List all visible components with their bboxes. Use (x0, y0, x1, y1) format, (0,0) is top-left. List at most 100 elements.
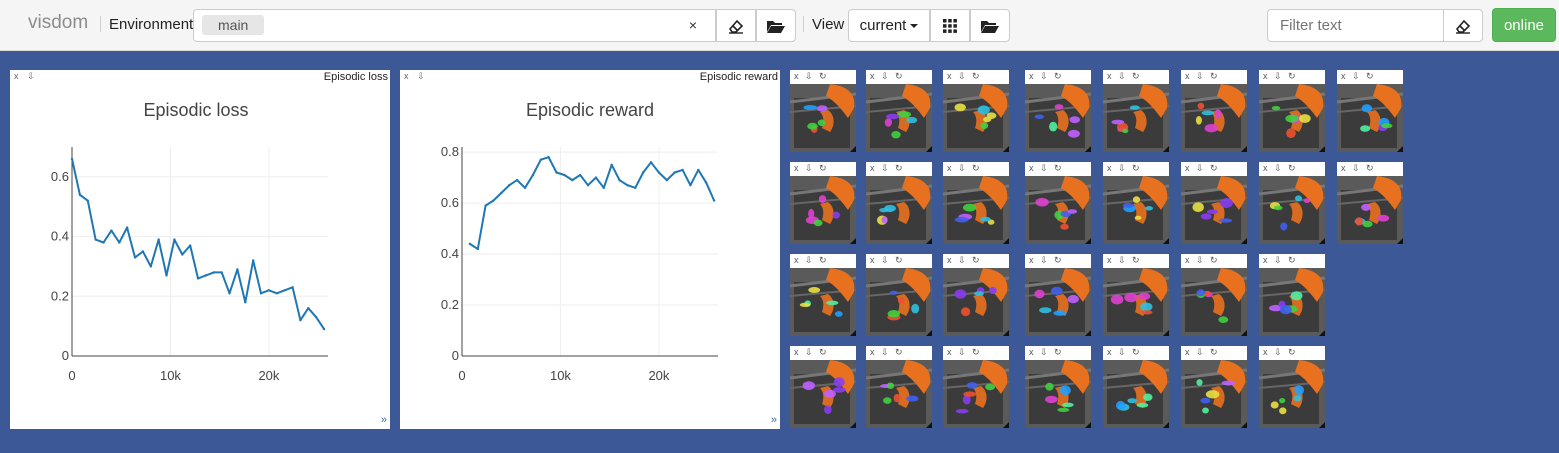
data-point[interactable] (259, 292, 263, 295)
image-pane-controls[interactable]: x ⇩ ↻ (870, 163, 905, 174)
view-select[interactable]: current (848, 9, 930, 42)
data-point[interactable] (157, 238, 160, 241)
pane-titlebar[interactable]: x ⇩ Episodic reward (400, 70, 780, 83)
download-icon[interactable]: ⇩ (417, 71, 425, 82)
loss-chart[interactable]: Episodic loss 0 0.2 0.4 0.6 0 10k 20k (10, 83, 390, 429)
data-point[interactable] (681, 168, 684, 172)
image-pane[interactable]: x ⇩ ↻ (790, 254, 856, 336)
data-point[interactable] (523, 186, 527, 189)
data-point[interactable] (665, 178, 668, 182)
image-pane-controls[interactable]: x ⇩ ↻ (1029, 255, 1064, 266)
data-point[interactable] (165, 274, 168, 277)
image-pane[interactable]: x ⇩ ↻ (1181, 162, 1247, 244)
data-point[interactable] (314, 315, 318, 319)
reward-chart[interactable]: Episodic reward 0 0.2 0.4 0.6 0.8 0 10k 20k (400, 83, 780, 429)
image-pane[interactable]: x ⇩ ↻ (866, 162, 932, 244)
data-point[interactable] (141, 250, 145, 253)
data-point[interactable] (228, 292, 231, 295)
data-point[interactable] (236, 268, 239, 271)
data-point[interactable] (649, 161, 653, 164)
image-pane-controls[interactable]: x ⇩ ↻ (1185, 255, 1220, 266)
data-point[interactable] (173, 238, 176, 241)
repack-layout-button[interactable] (930, 9, 970, 42)
data-point[interactable] (704, 181, 708, 184)
data-point[interactable] (500, 191, 503, 195)
image-pane[interactable]: x ⇩ ↻ (1259, 346, 1325, 428)
data-point[interactable] (697, 168, 700, 172)
image-pane-controls[interactable]: x ⇩ ↻ (1185, 163, 1220, 174)
image-pane-controls[interactable]: x ⇩ ↻ (1107, 347, 1142, 358)
pane-episodic-reward[interactable]: x ⇩ Episodic reward Episodic reward 0 0.2… (400, 70, 780, 429)
image-pane[interactable]: x ⇩ ↻ (790, 70, 856, 152)
image-pane-controls[interactable]: x ⇩ ↻ (1341, 71, 1376, 82)
data-point[interactable] (283, 289, 286, 292)
image-pane[interactable]: x ⇩ ↻ (943, 70, 1009, 152)
image-pane[interactable]: x ⇩ ↻ (1259, 70, 1325, 152)
image-pane[interactable]: x ⇩ ↻ (1103, 162, 1169, 244)
image-pane[interactable]: x ⇩ ↻ (866, 346, 932, 428)
image-pane-controls[interactable]: x ⇩ ↻ (794, 347, 829, 358)
data-point[interactable] (610, 163, 613, 167)
data-point[interactable] (110, 229, 113, 232)
data-point[interactable] (657, 171, 661, 174)
data-point[interactable] (594, 176, 598, 179)
data-point[interactable] (125, 226, 129, 229)
image-pane-controls[interactable]: x ⇩ ↻ (947, 163, 982, 174)
data-point[interactable] (188, 244, 192, 247)
manage-views-button[interactable] (970, 9, 1010, 42)
data-point[interactable] (578, 173, 582, 177)
data-point[interactable] (212, 271, 215, 274)
data-point[interactable] (547, 155, 550, 159)
image-pane-controls[interactable]: x ⇩ ↻ (1107, 163, 1142, 174)
data-point[interactable] (476, 247, 479, 251)
data-point[interactable] (299, 318, 302, 322)
image-pane[interactable]: x ⇩ ↻ (1337, 162, 1403, 244)
image-pane-controls[interactable]: x ⇩ ↻ (870, 347, 905, 358)
image-pane[interactable]: x ⇩ ↻ (1025, 346, 1091, 428)
image-pane-controls[interactable]: x ⇩ ↻ (1263, 255, 1298, 266)
image-pane-controls[interactable]: x ⇩ ↻ (870, 255, 905, 266)
data-point[interactable] (291, 286, 294, 289)
image-pane-controls[interactable]: x ⇩ ↻ (1029, 71, 1064, 82)
data-point[interactable] (78, 193, 82, 196)
series-line[interactable] (71, 158, 325, 330)
image-pane-controls[interactable]: x ⇩ ↻ (1107, 71, 1142, 82)
image-pane-controls[interactable]: x ⇩ ↻ (794, 163, 829, 174)
data-point[interactable] (102, 241, 105, 244)
data-point[interactable] (555, 171, 558, 174)
data-point[interactable] (204, 274, 208, 277)
image-pane[interactable]: x ⇩ ↻ (1337, 70, 1403, 152)
image-pane-controls[interactable]: x ⇩ ↻ (1341, 163, 1376, 174)
close-icon[interactable]: x (404, 71, 409, 82)
data-point[interactable] (634, 186, 637, 189)
environment-tag-main[interactable]: main (202, 15, 265, 35)
data-point[interactable] (94, 238, 97, 241)
data-point[interactable] (484, 204, 487, 207)
data-point[interactable] (322, 327, 326, 331)
download-icon[interactable]: ⇩ (27, 71, 35, 82)
data-point[interactable] (515, 178, 519, 182)
clear-filter-button[interactable] (1443, 9, 1483, 42)
image-pane-controls[interactable]: x ⇩ ↻ (1263, 71, 1298, 82)
data-point[interactable] (673, 171, 676, 174)
data-point[interactable] (626, 184, 629, 187)
image-pane-controls[interactable]: x ⇩ ↻ (1263, 163, 1298, 174)
close-icon[interactable]: x (14, 71, 19, 82)
data-point[interactable] (118, 241, 121, 244)
image-pane[interactable]: x ⇩ ↻ (1181, 346, 1247, 428)
data-point[interactable] (251, 259, 255, 262)
image-pane[interactable]: x ⇩ ↻ (790, 346, 856, 428)
data-point[interactable] (70, 157, 74, 161)
image-pane-controls[interactable]: x ⇩ ↻ (794, 255, 829, 266)
image-pane[interactable]: x ⇩ ↻ (1103, 254, 1169, 336)
image-pane-controls[interactable]: x ⇩ ↻ (870, 71, 905, 82)
image-pane[interactable]: x ⇩ ↻ (1181, 70, 1247, 152)
data-point[interactable] (149, 265, 152, 268)
image-pane[interactable]: x ⇩ ↻ (1103, 346, 1169, 428)
environment-select[interactable]: main × (193, 9, 716, 42)
image-pane[interactable]: x ⇩ ↻ (790, 162, 856, 244)
image-pane-controls[interactable]: x ⇩ ↻ (947, 255, 982, 266)
resize-handle-icon[interactable]: » (381, 414, 387, 426)
image-pane[interactable]: x ⇩ ↻ (1025, 254, 1091, 336)
data-point[interactable] (539, 158, 542, 161)
